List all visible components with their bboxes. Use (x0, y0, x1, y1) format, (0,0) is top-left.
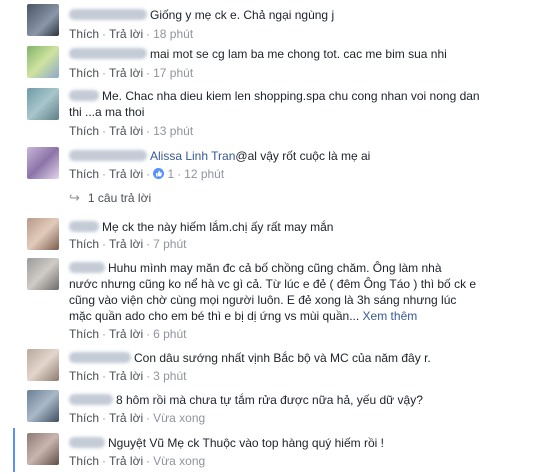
avatar[interactable] (27, 258, 59, 290)
comment-time[interactable]: 3 phút (153, 369, 186, 383)
reply-link[interactable]: Trả lời (109, 66, 143, 80)
avatar[interactable] (27, 4, 59, 36)
commenter-name[interactable] (69, 394, 113, 405)
commenter-name[interactable] (69, 48, 147, 59)
like-link[interactable]: Thích (69, 327, 99, 341)
avatar[interactable] (27, 46, 59, 78)
reply-link[interactable]: Trả lời (109, 27, 143, 41)
reply-link[interactable]: Trả lời (109, 167, 143, 181)
comment-time[interactable]: 12 phút (184, 167, 224, 181)
reply-link[interactable]: Trả lời (109, 411, 143, 425)
comment-text-line-1: Me. Chac nha dieu kiem len shopping.spa … (102, 89, 480, 103)
reaction-count: 1 (167, 167, 175, 181)
reply-link[interactable]: Trả lời (109, 237, 143, 251)
comment-text: 8 hôm rồi mà chưa tự tắm rửa được nữa hả… (116, 393, 423, 407)
like-link[interactable]: Thích (69, 411, 99, 425)
comment-text-line-3: cũng vào viện chờ cùng mọi người luôn. E… (69, 293, 457, 307)
mention-tag[interactable]: Alissa Linh Tran (150, 149, 235, 163)
like-link[interactable]: Thích (69, 167, 99, 181)
commenter-name-tail[interactable]: Nguyệt Vũ (108, 436, 164, 450)
comment-text-line-2: thi ...a ma thoi (69, 105, 145, 119)
like-link[interactable]: Thích (69, 237, 99, 251)
view-replies-link[interactable]: ↪ 1 câu trả lời (69, 190, 151, 206)
like-link[interactable]: Thích (69, 27, 99, 41)
comment-time[interactable]: 13 phút (153, 124, 193, 138)
comment-text-line-4: mặc quần ado cho em bé thì e bị dị ứng v… (69, 309, 360, 323)
replies-count-label[interactable]: 1 câu trả lời (88, 191, 151, 205)
reply-link[interactable]: Trả lời (109, 369, 143, 383)
reply-link[interactable]: Trả lời (109, 124, 143, 138)
avatar[interactable] (27, 390, 59, 422)
comment-text: @al vậy rốt cuộc là mẹ ai (235, 149, 371, 163)
reply-arrow-icon: ↪ (69, 190, 80, 205)
commenter-name[interactable] (69, 9, 147, 20)
comment-text: Mẹ ck Thuộc vào top hàng quý hiếm rồi ! (167, 436, 384, 450)
commenter-name[interactable] (69, 262, 105, 273)
comment-time[interactable]: Vừa xong (153, 411, 205, 425)
new-comment-indicator (13, 428, 15, 472)
comment-time[interactable]: Vừa xong (153, 454, 205, 468)
see-more-link[interactable]: Xem thêm (363, 309, 418, 323)
comment-time[interactable]: 7 phút (153, 237, 186, 251)
avatar[interactable] (27, 147, 59, 179)
comment-text-line-2: nước nhưng cũng ko nể hà vc gì cả. Từ lú… (69, 277, 477, 291)
like-reaction-icon (153, 168, 165, 179)
commenter-name[interactable] (69, 221, 99, 232)
comment-time[interactable]: 18 phút (153, 27, 193, 41)
reply-link[interactable]: Trả lời (109, 327, 143, 341)
avatar[interactable] (27, 433, 59, 465)
comment-text: Giống y mẹ ck e. Chả ngại ngùng j (150, 8, 335, 22)
avatar[interactable] (27, 88, 59, 120)
comment-text: mai mot se cg lam ba me chong tot. cac m… (150, 47, 447, 61)
comment-time[interactable]: 6 phút (153, 327, 186, 341)
avatar[interactable] (27, 349, 59, 381)
reply-link[interactable]: Trả lời (109, 454, 143, 468)
like-link[interactable]: Thích (69, 454, 99, 468)
commenter-name[interactable] (69, 437, 105, 448)
avatar[interactable] (27, 218, 59, 250)
comment-text: Con dâu sướng nhất vịnh Bắc bộ và MC của… (134, 351, 431, 365)
comment-text: Mẹ ck the này hiếm lắm.chị ấy rất may mắ… (102, 220, 334, 234)
like-link[interactable]: Thích (69, 66, 99, 80)
commenter-name[interactable] (69, 150, 147, 161)
commenter-name[interactable] (69, 90, 99, 101)
commenter-name[interactable] (69, 352, 131, 363)
comment-text-line-1: Huhu mình may măn đc cả bố chồng cũng ch… (108, 261, 442, 275)
comment-time[interactable]: 17 phút (153, 66, 193, 80)
like-link[interactable]: Thích (69, 124, 99, 138)
like-link[interactable]: Thích (69, 369, 99, 383)
